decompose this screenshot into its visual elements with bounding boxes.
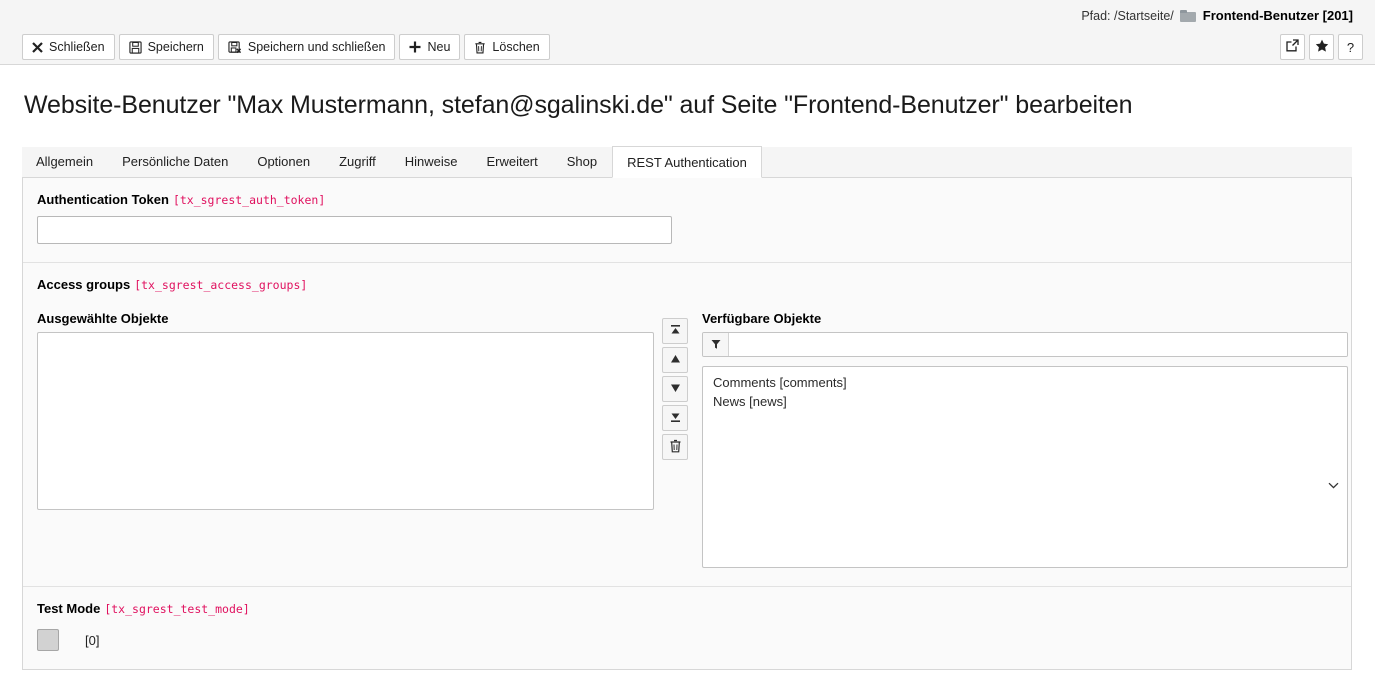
move-down-button[interactable] [662,376,688,402]
external-link-icon [1286,39,1299,55]
available-objects-filter [702,332,1348,357]
selected-objects-listbox[interactable] [37,332,654,510]
test-mode-label-text: Test Mode [37,601,100,616]
delete-button[interactable]: Löschen [464,34,549,60]
move-button-column [662,318,688,460]
tab-erweitert[interactable]: Erweitert [472,146,552,177]
arrow-down-icon [669,382,682,397]
test-mode-row: [0] [37,629,1337,651]
move-to-top-icon [669,324,682,339]
save-disk-icon [129,41,142,54]
tab-allgemein[interactable]: Allgemein [22,146,108,177]
save-and-close-button-label: Speichern und schließen [248,40,386,54]
bookmark-button[interactable] [1309,34,1334,60]
remove-selected-button[interactable] [662,434,688,460]
arrow-up-icon [669,353,682,368]
new-button[interactable]: Neu [399,34,460,60]
breadcrumb: Pfad: /Startseite/ Frontend-Benutzer [20… [1081,8,1353,23]
open-in-new-window-button[interactable] [1280,34,1305,60]
form-panel: Authentication Token [tx_sgrest_auth_toke… [22,178,1352,670]
save-and-close-button[interactable]: Speichern und schließen [218,34,396,60]
section-auth-token: Authentication Token [tx_sgrest_auth_toke… [23,178,1351,263]
plus-icon [409,41,421,53]
selected-objects-label: Ausgewählte Objekte [37,311,654,326]
star-icon [1315,39,1329,55]
auth-token-input[interactable] [37,216,672,244]
section-test-mode: Test Mode [tx_sgrest_test_mode] [0] [23,587,1351,669]
help-button[interactable]: ? [1338,34,1363,60]
folder-icon [1180,10,1196,22]
auth-token-label-text: Authentication Token [37,192,169,207]
available-objects-column: Verfügbare Objekte Comments [comments] N… [702,301,1348,568]
breadcrumb-current: Frontend-Benutzer [201] [1203,8,1353,23]
test-mode-label: Test Mode [tx_sgrest_test_mode] [37,601,1337,616]
tab-zugriff[interactable]: Zugriff [325,146,391,177]
test-mode-field-key: [tx_sgrest_test_mode] [104,602,249,616]
test-mode-checkbox[interactable] [37,629,59,651]
section-access-groups: Access groups [tx_sgrest_access_groups] A… [23,263,1351,587]
access-groups-label-text: Access groups [37,277,130,292]
list-item[interactable]: Comments [comments] [711,373,1339,392]
close-x-icon [32,42,43,53]
utility-button-group: ? [1280,34,1363,60]
delete-button-label: Löschen [492,40,539,54]
page-title: Website-Benutzer "Max Mustermann, stefan… [24,91,1375,120]
selected-objects-column: Ausgewählte Objekte [37,301,654,510]
new-button-label: Neu [427,40,450,54]
close-button-label: Schließen [49,40,105,54]
action-button-group: Schließen Speichern Speic [22,34,550,60]
access-groups-field-key: [tx_sgrest_access_groups] [134,278,307,292]
dual-list-selector: Ausgewählte Objekte [37,301,1337,568]
save-and-close-icon [228,41,242,54]
list-item[interactable]: News [news] [711,392,1339,411]
chevron-down-icon[interactable] [1328,479,1339,491]
trash-icon [669,439,682,456]
breadcrumb-path: Pfad: /Startseite/ [1081,9,1173,23]
auth-token-field-key: [tx_sgrest_auth_token] [173,193,325,207]
tab-persoenliche-daten[interactable]: Persönliche Daten [108,146,243,177]
move-up-button[interactable] [662,347,688,373]
move-to-bottom-icon [669,411,682,426]
save-button[interactable]: Speichern [119,34,214,60]
auth-token-label: Authentication Token [tx_sgrest_auth_toke… [37,192,1337,207]
available-objects-filter-input[interactable] [729,333,1347,356]
close-button[interactable]: Schließen [22,34,115,60]
tab-shop[interactable]: Shop [553,146,612,177]
move-to-top-button[interactable] [662,318,688,344]
move-to-bottom-button[interactable] [662,405,688,431]
tab-hinweise[interactable]: Hinweise [391,146,473,177]
test-mode-value-label: [0] [85,633,99,648]
available-objects-listbox[interactable]: Comments [comments] News [news] [702,366,1348,568]
tab-optionen[interactable]: Optionen [243,146,325,177]
filter-funnel-icon [703,333,729,356]
tab-rest-authentication[interactable]: REST Authentication [612,146,762,178]
save-button-label: Speichern [148,40,204,54]
question-mark-icon: ? [1347,40,1354,55]
available-objects-label: Verfügbare Objekte [702,311,1348,326]
top-toolbar: Pfad: /Startseite/ Frontend-Benutzer [20… [0,0,1375,65]
trash-icon [474,41,486,54]
tab-bar: Allgemein Persönliche Daten Optionen Zug… [22,147,1352,178]
access-groups-label: Access groups [tx_sgrest_access_groups] [37,277,1337,292]
